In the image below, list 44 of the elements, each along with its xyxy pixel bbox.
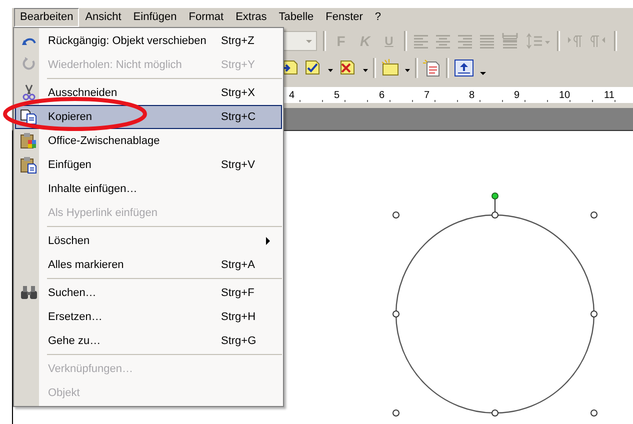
menu-item[interactable]: Ersetzen… Strg+H <box>15 305 282 329</box>
menu-bar-item[interactable]: Extras <box>230 8 273 27</box>
undo-icon <box>22 36 36 46</box>
menu-item[interactable]: Office-Zwischenablage <box>15 129 282 153</box>
ruler-number: 9 <box>514 90 521 100</box>
ruler-number: 4 <box>289 90 296 100</box>
ruler-number: 10 <box>559 90 572 100</box>
ruler-number: 11 <box>604 90 616 100</box>
menu-item[interactable]: Einfügen Strg+V <box>15 153 282 177</box>
menu-item[interactable]: Löschen <box>15 229 282 253</box>
copy-icon <box>20 108 38 126</box>
menu-item[interactable]: Inhalte einfügen… <box>15 177 282 201</box>
binoculars-icon <box>20 284 38 302</box>
menu-bar-item[interactable]: Bearbeiten <box>14 8 80 27</box>
paste-icon <box>20 156 38 174</box>
reviewing-pane-icon[interactable] <box>453 58 475 78</box>
menu-bar-item[interactable]: Ansicht <box>79 8 128 27</box>
selection-handle[interactable] <box>590 410 598 416</box>
clipboard-icon <box>20 132 38 150</box>
menu-bar-item[interactable]: Fenster <box>320 8 369 27</box>
font-size-combo[interactable] <box>281 31 317 51</box>
menu-item[interactable]: Ausschneiden Strg+X <box>15 81 282 105</box>
selection-handle[interactable] <box>392 410 400 416</box>
menu-item[interactable]: Alles markieren Strg+A <box>15 253 282 277</box>
ruler-number: 5 <box>334 90 341 100</box>
selection-handle[interactable] <box>392 310 400 318</box>
menu-bar-item[interactable]: Einfügen <box>127 8 183 27</box>
ruler-number: 8 <box>469 90 476 100</box>
selection-handle[interactable] <box>392 212 400 218</box>
menu-item[interactable]: Kopieren Strg+C <box>15 105 282 129</box>
selection-handle[interactable] <box>492 212 498 218</box>
track-changes-icon[interactable] <box>422 58 442 78</box>
menu-bar-item[interactable]: Format <box>182 8 230 27</box>
submenu-arrow-icon <box>265 237 271 245</box>
menu-item[interactable]: Gehe zu… Strg+G <box>15 329 282 353</box>
menu-item[interactable]: Suchen… Strg+F <box>15 281 282 305</box>
selection-handle[interactable] <box>590 212 598 218</box>
menu-item[interactable]: Rückgängig: Objekt verschieben Strg+Z <box>15 29 282 53</box>
selection-handle[interactable] <box>590 310 598 318</box>
ruler-number: 7 <box>424 90 431 100</box>
ruler-number: 6 <box>379 90 386 100</box>
menu-bar-item[interactable]: Tabelle <box>272 8 320 27</box>
menu-bar-item[interactable]: ? <box>368 8 388 27</box>
selection-handle[interactable] <box>492 410 498 416</box>
